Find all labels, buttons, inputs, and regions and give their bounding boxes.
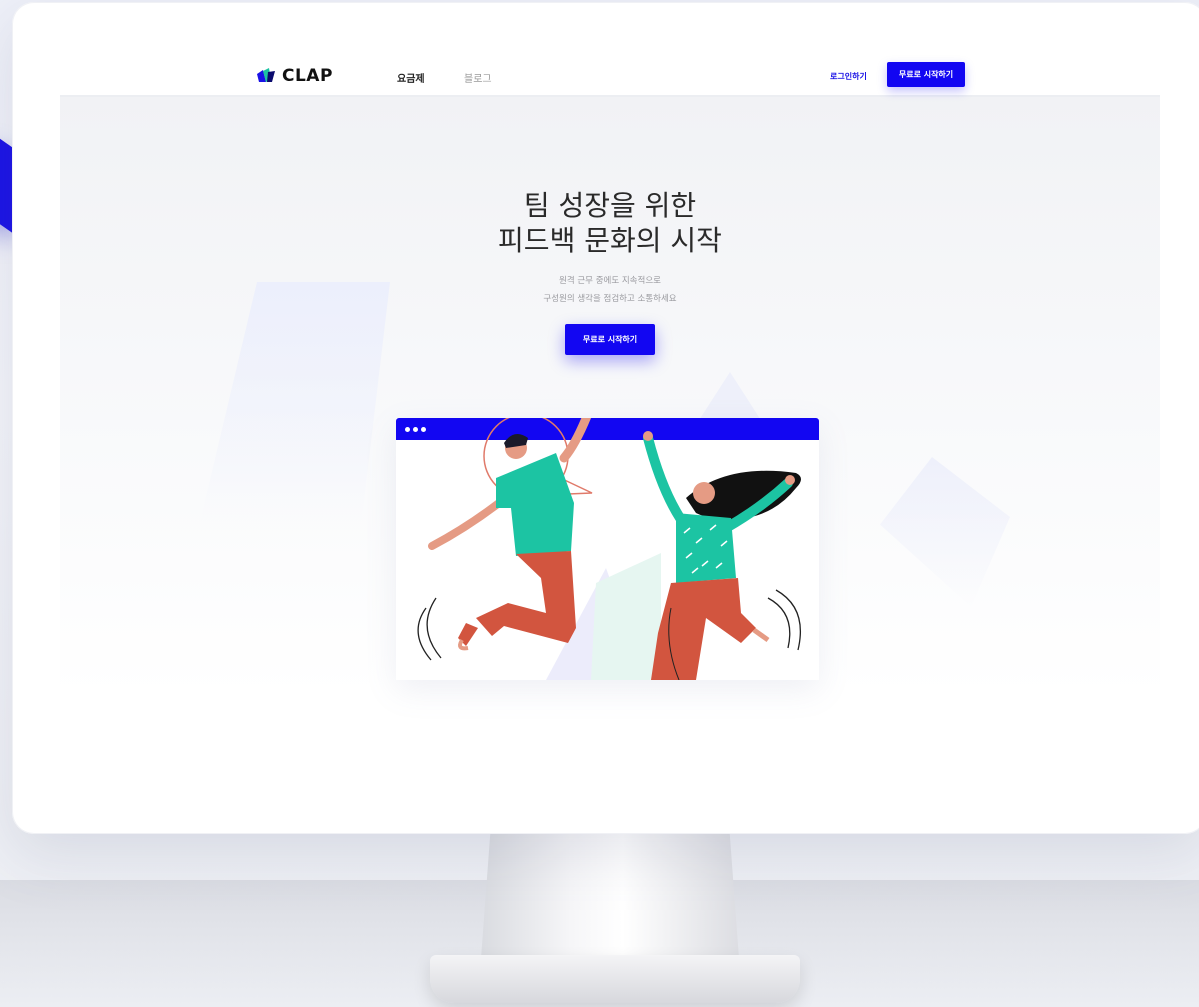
browser-window-illustration <box>396 418 819 680</box>
monitor-stand-neck <box>480 832 740 972</box>
logo[interactable]: CLAP <box>256 66 333 86</box>
hero-subtitle-line-1: 원격 근무 중에도 지속적으로 <box>559 276 661 286</box>
hero-title-line-1: 팀 성장을 위한 <box>523 189 697 222</box>
logo-text: CLAP <box>282 66 333 86</box>
nav-link-blog[interactable]: 블로그 <box>464 70 492 85</box>
clap-logo-icon <box>256 68 276 84</box>
jumping-people-illustration <box>417 418 802 680</box>
login-link[interactable]: 로그인하기 <box>830 71 867 82</box>
hero-subtitle-line-2: 구성원의 생각을 점검하고 소통하세요 <box>543 294 677 304</box>
nav-link-pricing[interactable]: 요금제 <box>397 70 425 85</box>
start-free-button[interactable]: 무료로 시작하기 <box>887 62 965 87</box>
hero-start-free-button[interactable]: 무료로 시작하기 <box>565 324 655 355</box>
monitor-stand-base <box>430 955 800 1003</box>
website-screen: CLAP 요금제 블로그 로그인하기 무료로 시작하기 팀 성장을 위한 피드백… <box>60 2 1160 822</box>
monitor-frame: CLAP 요금제 블로그 로그인하기 무료로 시작하기 팀 성장을 위한 피드백… <box>12 2 1199 834</box>
hero-title-line-2: 피드백 문화의 시작 <box>498 224 722 257</box>
top-navigation: CLAP 요금제 블로그 로그인하기 무료로 시작하기 <box>60 62 1160 96</box>
